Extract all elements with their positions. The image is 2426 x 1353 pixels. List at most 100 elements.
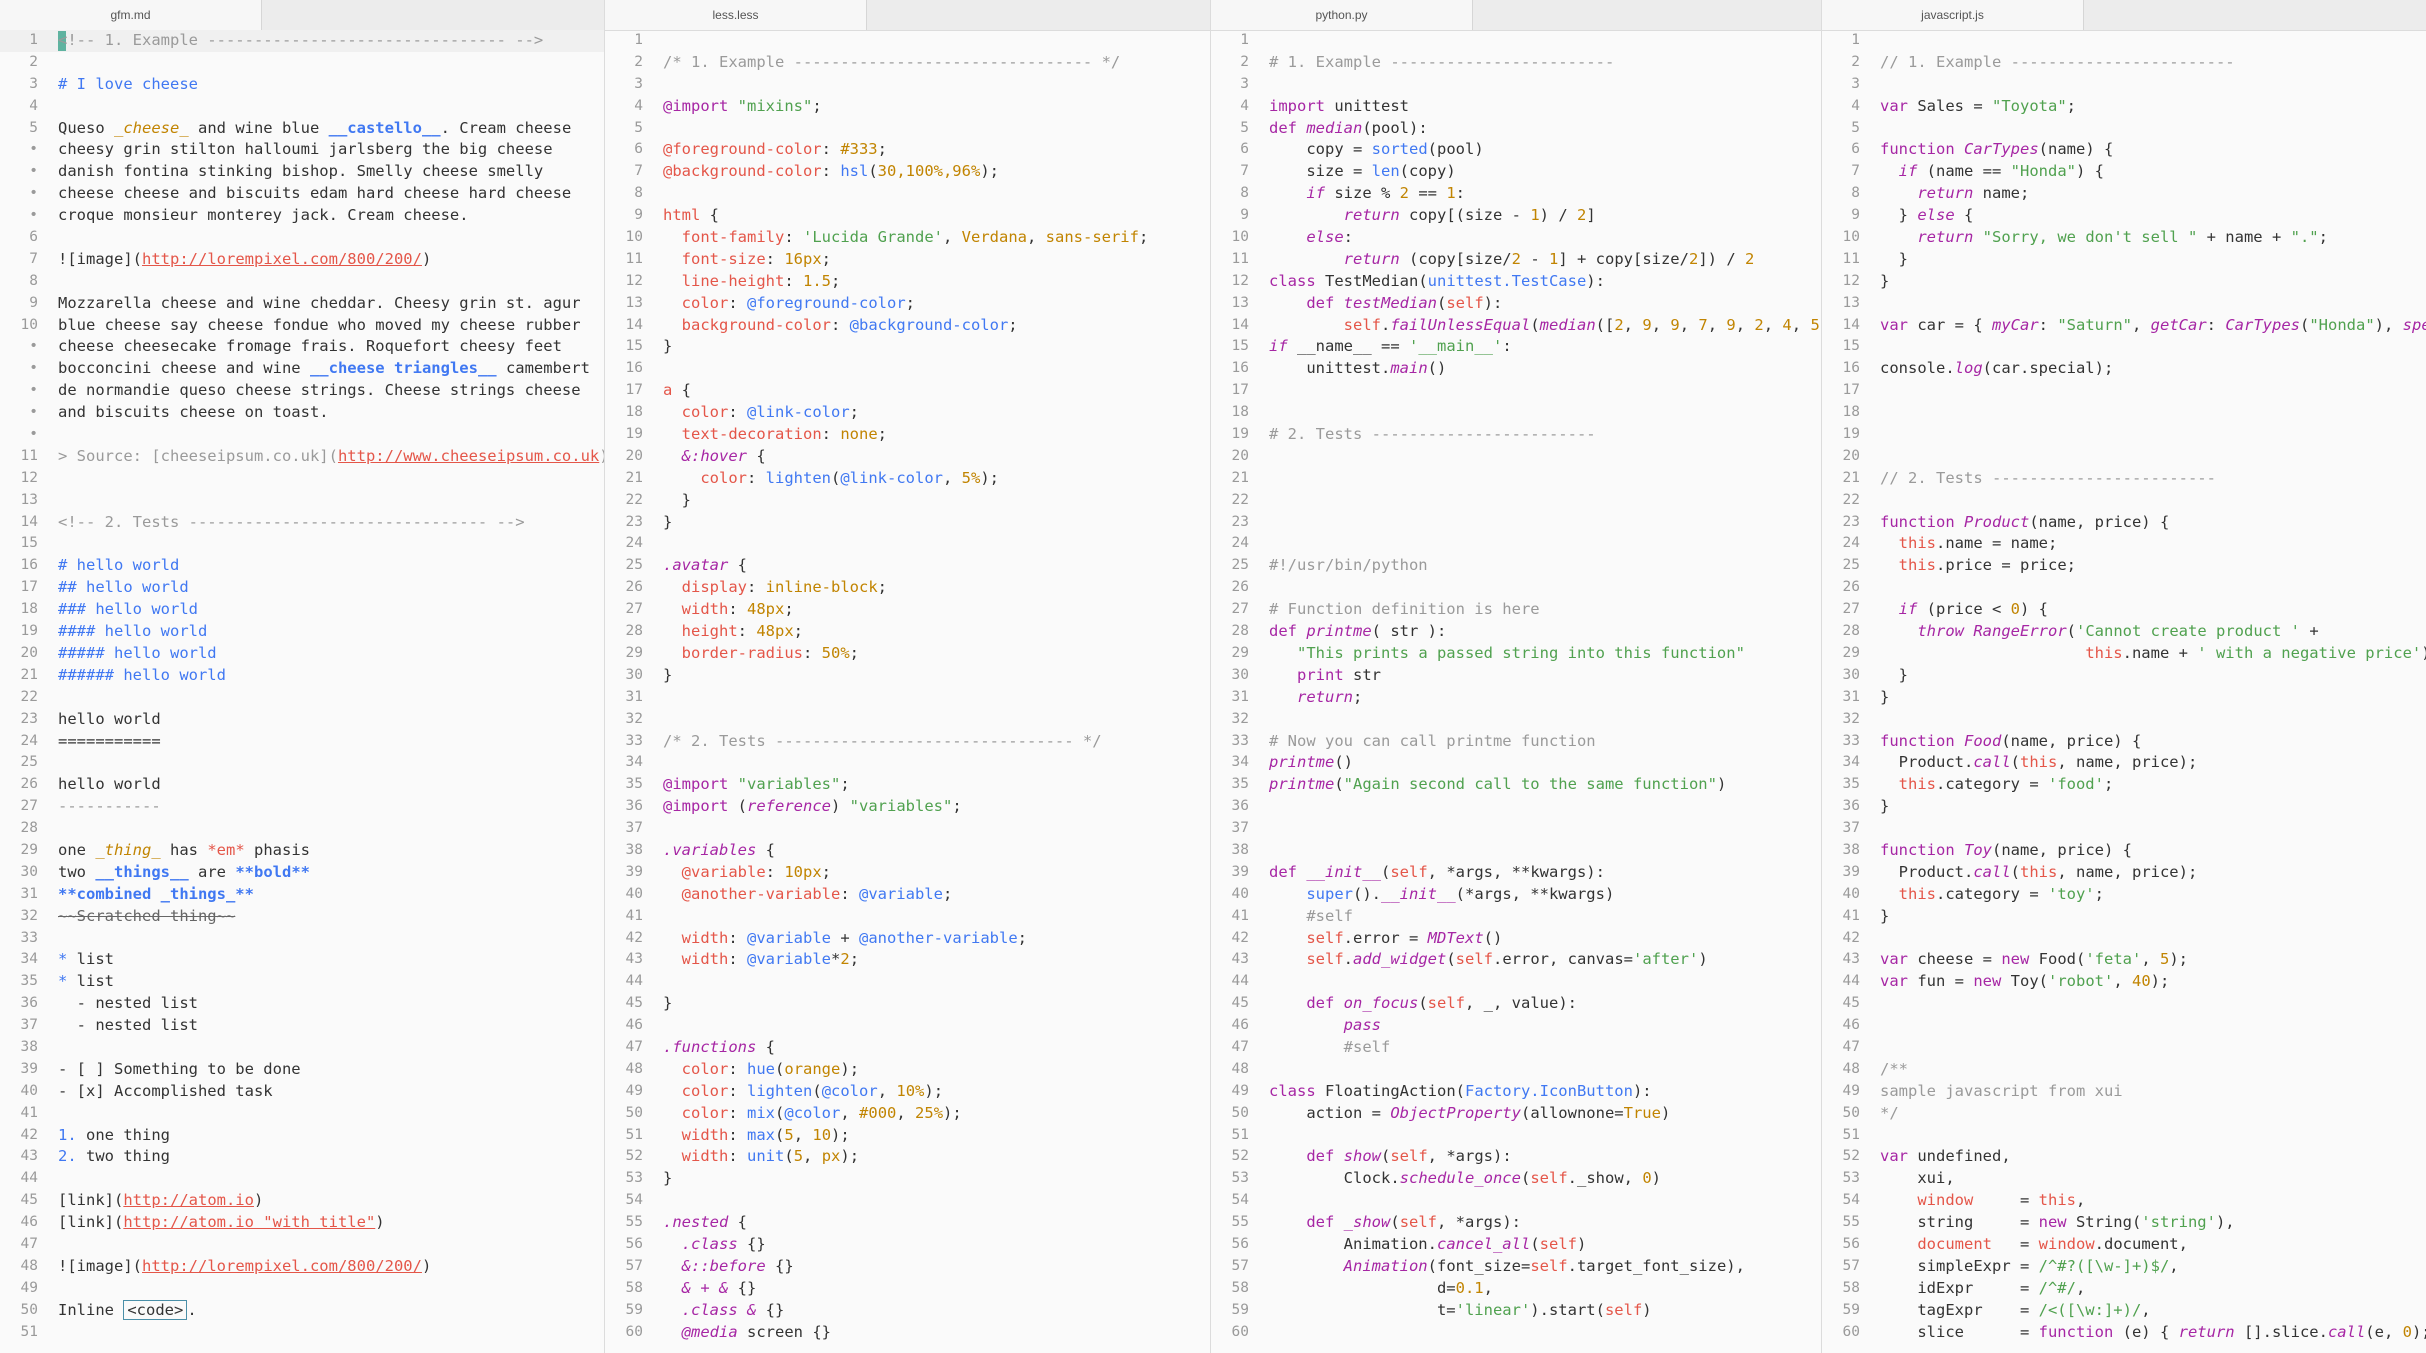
- code-line[interactable]: - [ ] Something to be done: [58, 1059, 604, 1081]
- code-line[interactable]: super().__init__(*args, **kwargs): [1269, 884, 1821, 906]
- code-line[interactable]: [1269, 1190, 1821, 1212]
- code-line[interactable]: simpleExpr = /^#?([\w-]+)$/,: [1880, 1256, 2426, 1278]
- code-line[interactable]: [1269, 402, 1821, 424]
- code-line[interactable]: .variables {: [663, 840, 1210, 862]
- code-line[interactable]: ## hello world: [58, 577, 604, 599]
- code-line[interactable]: two __things__ are **bold**: [58, 862, 604, 884]
- code-line[interactable]: [1880, 336, 2426, 358]
- code-line[interactable]: [1269, 840, 1821, 862]
- code-line[interactable]: - nested list: [58, 993, 604, 1015]
- code-line[interactable]: [663, 533, 1210, 555]
- code-line[interactable]: and biscuits cheese on toast.: [58, 402, 604, 424]
- code-line[interactable]: #!/usr/bin/python: [1269, 555, 1821, 577]
- code-line[interactable]: height: 48px;: [663, 621, 1210, 643]
- code-line[interactable]: Product.call(this, name, price);: [1880, 752, 2426, 774]
- code-line[interactable]: slice = function (e) { return [].slice.c…: [1880, 1322, 2426, 1344]
- code-line[interactable]: [58, 424, 604, 446]
- code-line[interactable]: width: @variable + @another-variable;: [663, 928, 1210, 950]
- code-line[interactable]: ### hello world: [58, 599, 604, 621]
- code-line[interactable]: html {: [663, 205, 1210, 227]
- code-line[interactable]: .nested {: [663, 1212, 1210, 1234]
- code-line[interactable]: <!-- 1. Example ------------------------…: [58, 30, 604, 52]
- code-line[interactable]: border-radius: 50%;: [663, 643, 1210, 665]
- code-line[interactable]: this.name = name;: [1880, 533, 2426, 555]
- code-line[interactable]: /* 1. Example --------------------------…: [663, 52, 1210, 74]
- code-line[interactable]: @import (reference) "variables";: [663, 796, 1210, 818]
- code-line[interactable]: - nested list: [58, 1015, 604, 1037]
- code-line[interactable]: def show(self, *args):: [1269, 1146, 1821, 1168]
- code-line[interactable]: [1269, 577, 1821, 599]
- code-line[interactable]: cheese cheesecake fromage frais. Roquefo…: [58, 336, 604, 358]
- code-line[interactable]: def _show(self, *args):: [1269, 1212, 1821, 1234]
- code-line[interactable]: [1269, 490, 1821, 512]
- code-line[interactable]: ###### hello world: [58, 665, 604, 687]
- code-line[interactable]: [1880, 118, 2426, 140]
- code-line[interactable]: this.category = 'food';: [1880, 774, 2426, 796]
- code-line[interactable]: [58, 1234, 604, 1256]
- code-line[interactable]: one _thing_ has *em* phasis: [58, 840, 604, 862]
- code-line[interactable]: }: [663, 1168, 1210, 1190]
- code-line[interactable]: display: inline-block;: [663, 577, 1210, 599]
- code-line[interactable]: var fun = new Toy('robot', 40);: [1880, 971, 2426, 993]
- code-line[interactable]: # Function definition is here: [1269, 599, 1821, 621]
- code-line[interactable]: }: [663, 490, 1210, 512]
- code-lines[interactable]: // 1. Example ------------------------ v…: [1880, 30, 2426, 1343]
- code-line[interactable]: [1880, 293, 2426, 315]
- code-line[interactable]: def testMedian(self):: [1269, 293, 1821, 315]
- code-line[interactable]: return name;: [1880, 183, 2426, 205]
- code-line[interactable]: /**: [1880, 1059, 2426, 1081]
- code-line[interactable]: return;: [1269, 687, 1821, 709]
- code-line[interactable]: }: [1880, 906, 2426, 928]
- code-line[interactable]: this.name + ' with a negative price'): [1880, 643, 2426, 665]
- code-line[interactable]: }: [1880, 665, 2426, 687]
- code-line[interactable]: Animation.cancel_all(self): [1269, 1234, 1821, 1256]
- code-line[interactable]: Clock.schedule_once(self._show, 0): [1269, 1168, 1821, 1190]
- code-line[interactable]: [1880, 928, 2426, 950]
- code-line[interactable]: [1880, 1125, 2426, 1147]
- code-line[interactable]: ===========: [58, 731, 604, 753]
- tab-less[interactable]: less.less: [605, 0, 867, 30]
- code-line[interactable]: }: [663, 993, 1210, 1015]
- code-line[interactable]: [1880, 424, 2426, 446]
- code-line[interactable]: }: [1880, 271, 2426, 293]
- code-line[interactable]: [1269, 709, 1821, 731]
- code-line[interactable]: [1880, 402, 2426, 424]
- code-line[interactable]: **combined _things_**: [58, 884, 604, 906]
- code-line[interactable]: width: unit(5, px);: [663, 1146, 1210, 1168]
- code-line[interactable]: &::before {}: [663, 1256, 1210, 1278]
- code-line[interactable]: [58, 1037, 604, 1059]
- code-line[interactable]: a {: [663, 380, 1210, 402]
- code-line[interactable]: line-height: 1.5;: [663, 271, 1210, 293]
- code-line[interactable]: tagExpr = /<([\w:]+)/,: [1880, 1300, 2426, 1322]
- code-line[interactable]: xui,: [1880, 1168, 2426, 1190]
- code-line[interactable]: Queso _cheese_ and wine blue __castello_…: [58, 118, 604, 140]
- code-line[interactable]: [1269, 533, 1821, 555]
- code-line[interactable]: if __name__ == '__main__':: [1269, 336, 1821, 358]
- code-line[interactable]: # 2. Tests ------------------------: [1269, 424, 1821, 446]
- code-line[interactable]: document = window.document,: [1880, 1234, 2426, 1256]
- code-line[interactable]: #### hello world: [58, 621, 604, 643]
- code-line[interactable]: ##### hello world: [58, 643, 604, 665]
- code-line[interactable]: [1880, 1015, 2426, 1037]
- code-line[interactable]: [58, 96, 604, 118]
- code-line[interactable]: [1269, 74, 1821, 96]
- code-line[interactable]: }: [1880, 249, 2426, 271]
- code-line[interactable]: [1269, 1322, 1821, 1344]
- code-line[interactable]: string = new String('string'),: [1880, 1212, 2426, 1234]
- code-line[interactable]: function Product(name, price) {: [1880, 512, 2426, 534]
- code-line[interactable]: @foreground-color: #333;: [663, 139, 1210, 161]
- code-line[interactable]: @variable: 10px;: [663, 862, 1210, 884]
- code-line[interactable]: copy = sorted(pool): [1269, 139, 1821, 161]
- code-line[interactable]: [link](http://atom.io): [58, 1190, 604, 1212]
- code-line[interactable]: Inline <code>.: [58, 1299, 604, 1322]
- code-line[interactable]: */: [1880, 1103, 2426, 1125]
- code-line[interactable]: [663, 183, 1210, 205]
- code-line[interactable]: var cheese = new Food('feta', 5);: [1880, 949, 2426, 971]
- code-line[interactable]: t='linear').start(self): [1269, 1300, 1821, 1322]
- code-line[interactable]: [1880, 30, 2426, 52]
- code-line[interactable]: this.price = price;: [1880, 555, 2426, 577]
- code-line[interactable]: [1269, 380, 1821, 402]
- code-line[interactable]: return copy[(size - 1) / 2]: [1269, 205, 1821, 227]
- code-line[interactable]: background-color: @background-color;: [663, 315, 1210, 337]
- code-line[interactable]: [1269, 1059, 1821, 1081]
